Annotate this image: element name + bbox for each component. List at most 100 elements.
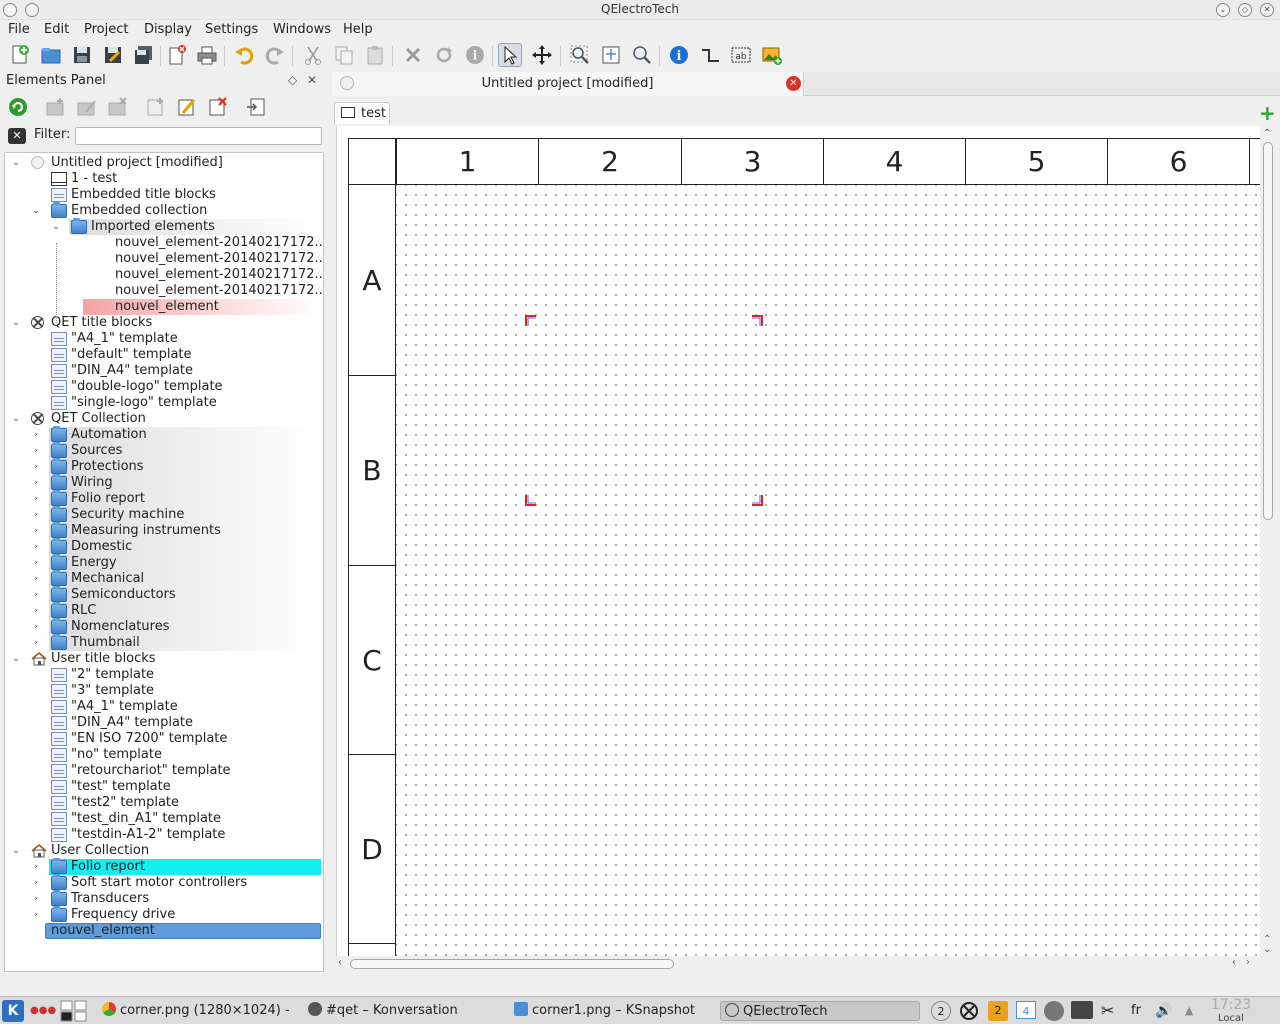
new-category-icon[interactable] bbox=[44, 95, 68, 119]
filter-input[interactable] bbox=[75, 127, 322, 145]
expand-arrow-icon[interactable]: › bbox=[31, 555, 41, 571]
new-project-icon[interactable] bbox=[8, 43, 32, 67]
tree-item[interactable]: › Sources bbox=[5, 442, 323, 459]
expand-arrow-icon[interactable]: › bbox=[31, 539, 41, 555]
add-image-icon[interactable] bbox=[760, 43, 784, 67]
scroll-right-icon[interactable]: › bbox=[1246, 957, 1250, 968]
scroll-left-icon[interactable]: ‹ bbox=[338, 957, 342, 968]
select-icon[interactable] bbox=[498, 43, 522, 67]
tree-item[interactable]: ⌄ Imported elements bbox=[5, 218, 323, 235]
elements-tree[interactable]: ⌄ Untitled project [modified] 1 - test Embe… bbox=[4, 152, 324, 972]
collapse-arrow-icon[interactable]: ⌄ bbox=[11, 651, 21, 667]
tree-item[interactable]: nouvel_element-20140217172... bbox=[5, 251, 323, 267]
network-icon[interactable] bbox=[1044, 1001, 1064, 1021]
copy-icon[interactable] bbox=[332, 43, 356, 67]
pager-icon[interactable] bbox=[60, 1000, 88, 1024]
tree-item[interactable]: › Folio report bbox=[5, 490, 323, 507]
expand-arrow-icon[interactable]: › bbox=[31, 491, 41, 507]
info-icon[interactable]: i bbox=[667, 43, 691, 67]
maximize-button[interactable]: ◇ bbox=[1238, 3, 1252, 17]
redo-icon[interactable] bbox=[263, 43, 287, 67]
tree-item[interactable]: › Frequency drive bbox=[5, 906, 323, 923]
expand-arrow-icon[interactable]: › bbox=[31, 635, 41, 651]
menu-edit[interactable]: Edit bbox=[44, 22, 69, 37]
expand-arrow-icon[interactable]: › bbox=[31, 875, 41, 891]
tree-item[interactable]: › Soft start motor controllers bbox=[5, 874, 323, 891]
expand-arrow-icon[interactable]: › bbox=[31, 523, 41, 539]
device-notifier-icon[interactable] bbox=[1071, 1001, 1093, 1019]
tree-item[interactable]: ⌄ Embedded collection bbox=[5, 202, 323, 219]
tree-item[interactable]: ⌄ User title blocks bbox=[5, 651, 323, 667]
cut-icon[interactable] bbox=[301, 43, 325, 67]
panel-close-icon[interactable]: ✕ bbox=[307, 73, 317, 87]
tree-item[interactable]: "test2" template bbox=[5, 795, 323, 811]
delete-icon[interactable] bbox=[401, 43, 425, 67]
collapse-arrow-icon[interactable]: ⌄ bbox=[11, 155, 21, 171]
scroll-up-icon[interactable]: ⌃ bbox=[1263, 128, 1271, 139]
tree-item[interactable]: › Thumbnail bbox=[5, 634, 323, 651]
edit-category-icon[interactable] bbox=[75, 95, 99, 119]
conductor-icon[interactable] bbox=[698, 43, 722, 67]
collapse-arrow-icon[interactable]: ⌄ bbox=[51, 219, 61, 235]
tree-item[interactable]: "default" template bbox=[5, 347, 323, 363]
tree-item[interactable]: "A4_1" template bbox=[5, 699, 323, 715]
task-qelectrotech[interactable]: QElectroTech bbox=[720, 1001, 920, 1021]
minimize-button[interactable]: ⌄ bbox=[1216, 3, 1230, 17]
close-project-icon[interactable] bbox=[165, 43, 189, 67]
zoom-fit-icon[interactable] bbox=[568, 43, 592, 67]
notes-icon[interactable]: 2 bbox=[988, 1001, 1008, 1021]
tree-item[interactable]: "testdin-A1-2" template bbox=[5, 827, 323, 843]
expand-arrow-icon[interactable]: › bbox=[31, 907, 41, 923]
new-element-icon[interactable] bbox=[144, 95, 168, 119]
menu-display[interactable]: Display bbox=[144, 22, 192, 37]
scroll-down-icon[interactable]: ⌄ bbox=[1263, 944, 1271, 955]
expand-arrow-icon[interactable]: › bbox=[31, 571, 41, 587]
task-konversation[interactable]: #qet – Konversation bbox=[308, 1001, 504, 1021]
delete-element-icon[interactable] bbox=[206, 95, 230, 119]
menu-settings[interactable]: Settings bbox=[205, 22, 258, 37]
menu-file[interactable]: File bbox=[8, 22, 30, 37]
tree-item[interactable]: "single-logo" template bbox=[5, 395, 323, 411]
tree-item[interactable]: › Security machine bbox=[5, 506, 323, 523]
expand-arrow-icon[interactable]: › bbox=[31, 427, 41, 443]
move-icon[interactable] bbox=[530, 43, 554, 67]
tree-item[interactable]: › Semiconductors bbox=[5, 586, 323, 603]
task-ksnapshot[interactable]: corner1.png – KSnapshot bbox=[514, 1001, 714, 1021]
tree-item[interactable]: ⌄ QET title blocks bbox=[5, 315, 323, 331]
filter-clear-icon[interactable]: ✕ bbox=[8, 128, 26, 144]
tree-item[interactable]: "EN ISO 7200" template bbox=[5, 731, 323, 747]
tree-item[interactable]: "test_din_A1" template bbox=[5, 811, 323, 827]
expand-arrow-icon[interactable]: › bbox=[31, 859, 41, 875]
tree-item[interactable]: ⌄ User Collection bbox=[5, 843, 323, 859]
calendar-icon[interactable]: 4 bbox=[1016, 1001, 1036, 1019]
tray-expand-icon[interactable]: ▲ bbox=[1185, 1001, 1193, 1021]
tree-item[interactable]: › Nomenclatures bbox=[5, 618, 323, 635]
tree-item[interactable]: "double-logo" template bbox=[5, 379, 323, 395]
tree-item[interactable]: › Wiring bbox=[5, 474, 323, 491]
open-icon[interactable] bbox=[39, 43, 63, 67]
folio-tab-test[interactable]: test bbox=[334, 102, 390, 124]
klipper-icon[interactable]: ✂ bbox=[1101, 1001, 1114, 1021]
save-as-icon[interactable] bbox=[101, 43, 125, 67]
task-corner-png[interactable]: corner.png (1280×1024) - bbox=[102, 1001, 292, 1021]
horizontal-scroll-thumb[interactable] bbox=[350, 959, 674, 969]
tree-item[interactable]: nouvel_element-20140217172... bbox=[5, 267, 323, 283]
expand-arrow-icon[interactable]: › bbox=[31, 619, 41, 635]
collapse-arrow-icon[interactable]: ⌄ bbox=[11, 843, 21, 859]
collapse-arrow-icon[interactable]: ⌄ bbox=[31, 203, 41, 219]
tree-item[interactable]: "A4_1" template bbox=[5, 331, 323, 347]
clock[interactable]: 17:23 Local bbox=[1207, 998, 1255, 1024]
tree-item[interactable]: › Mechanical bbox=[5, 570, 323, 587]
menu-help[interactable]: Help bbox=[343, 22, 373, 37]
tree-item[interactable]: › Automation bbox=[5, 426, 323, 443]
edit-element-icon[interactable] bbox=[175, 95, 199, 119]
vertical-scroll-thumb[interactable] bbox=[1263, 142, 1273, 520]
tree-item[interactable]: "3" template bbox=[5, 683, 323, 699]
reload-icon[interactable] bbox=[6, 95, 30, 119]
tree-item[interactable]: Embedded title blocks bbox=[5, 187, 323, 203]
menu-windows[interactable]: Windows bbox=[273, 22, 331, 37]
tree-item[interactable]: "DIN_A4" template bbox=[5, 715, 323, 731]
expand-arrow-icon[interactable]: › bbox=[31, 603, 41, 619]
tree-item[interactable]: › Measuring instruments bbox=[5, 522, 323, 539]
tree-item[interactable]: "retourchariot" template bbox=[5, 763, 323, 779]
